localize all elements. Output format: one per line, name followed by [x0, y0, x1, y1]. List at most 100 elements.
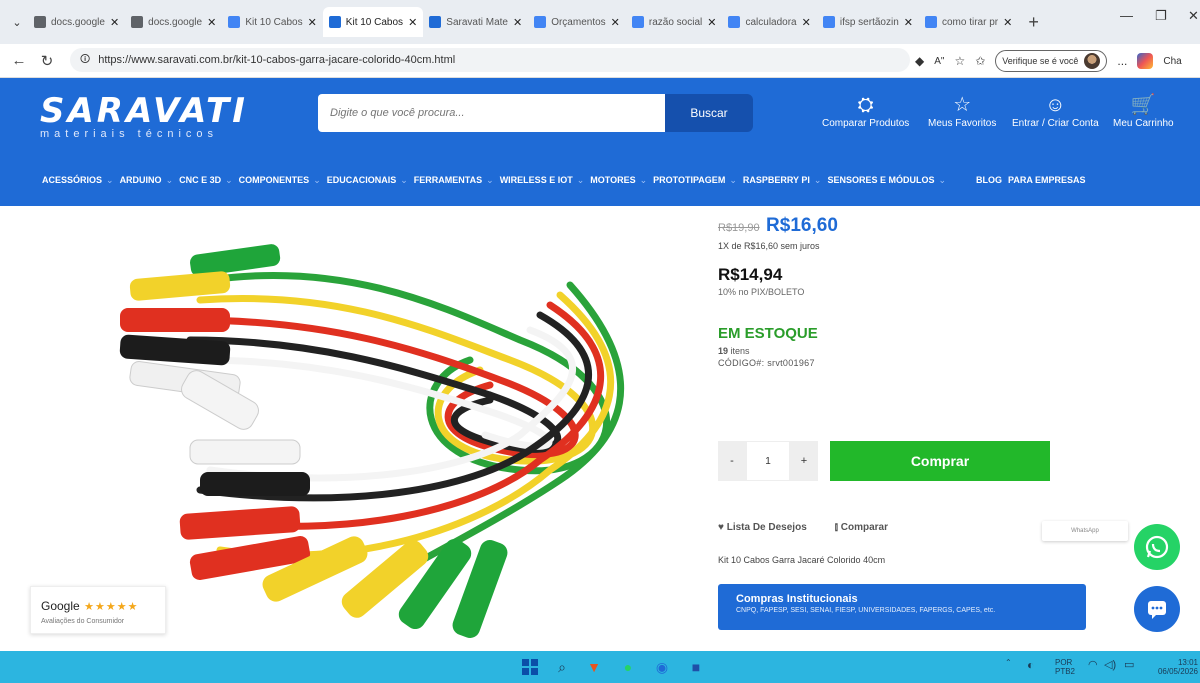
institutional-purchases-banner[interactable]: Compras Institucionais CNPQ, FAPESP, SES…	[718, 584, 1086, 630]
minimize-icon[interactable]: —	[1120, 8, 1133, 23]
battery-icon[interactable]: ▭	[1124, 658, 1134, 671]
category-nav-item[interactable]: WIRELESS E IOT ⌄	[500, 175, 591, 186]
category-nav: ACESSÓRIOS ⌄ ARDUINO ⌄ CNC E 3D ⌄ COMPONENTES ⌄…	[0, 170, 1200, 190]
close-tab-icon[interactable]: ✕	[308, 16, 317, 29]
old-price: R$19,90	[718, 222, 760, 234]
close-tab-icon[interactable]: ✕	[611, 16, 620, 29]
search-input[interactable]	[318, 94, 666, 132]
tab-title: docs.google	[51, 16, 105, 28]
language-indicator[interactable]: POR PTB2	[1055, 658, 1075, 676]
category-nav-item[interactable]: PROTOTIPAGEM ⌄	[653, 175, 743, 186]
category-nav-item[interactable]: BLOG	[976, 175, 1008, 185]
close-tab-icon[interactable]: ✕	[207, 16, 216, 29]
chevron-down-icon: ⌄	[313, 174, 321, 185]
app-icon[interactable]: ■	[686, 657, 706, 677]
compare-link[interactable]: ⫾ Comparar	[835, 522, 888, 533]
clock[interactable]: 13:01 06/05/2026	[1150, 658, 1198, 676]
wifi-icon[interactable]: ◠	[1088, 658, 1098, 671]
qty-increase-button[interactable]: +	[790, 441, 818, 481]
profile-verify-button[interactable]: Verifique se é você	[995, 50, 1108, 72]
close-tab-icon[interactable]: ✕	[802, 16, 811, 29]
volume-icon[interactable]: ◁)	[1104, 658, 1116, 671]
category-nav-item[interactable]: COMPONENTES ⌄	[239, 175, 327, 186]
wishlist-link[interactable]: ♥ Lista De Desejos	[718, 522, 807, 533]
cart-label: Meu Carrinho	[1113, 118, 1174, 129]
close-tab-icon[interactable]: ✕	[1003, 16, 1012, 29]
favorites-link[interactable]: ☆ Meus Favoritos	[928, 94, 996, 129]
google-badge-subtitle: Avaliações do Consumidor	[41, 618, 125, 625]
start-icon[interactable]	[520, 657, 540, 677]
category-nav-item[interactable]: RASPBERRY PI ⌄	[743, 175, 828, 186]
browser-tab[interactable]: ifsp sertãozin ✕	[817, 7, 919, 37]
tab-title: Orçamentos	[551, 16, 606, 28]
close-tab-icon[interactable]: ✕	[513, 16, 522, 29]
category-nav-item[interactable]: ARDUINO ⌄	[120, 175, 180, 186]
maximize-icon[interactable]: ❐	[1155, 8, 1167, 24]
close-tab-icon[interactable]: ✕	[110, 16, 119, 29]
reload-icon[interactable]: ↻	[38, 52, 56, 70]
category-nav-item[interactable]: SENSORES E MÓDULOS ⌄	[827, 175, 952, 186]
browser-tab[interactable]: docs.google ✕	[125, 7, 222, 37]
back-icon[interactable]: ←	[10, 52, 28, 69]
new-tab-button[interactable]: +	[1018, 12, 1049, 33]
category-label: EDUCACIONAIS	[326, 174, 397, 185]
favorite-star-icon[interactable]: ☆	[954, 54, 965, 68]
favorites-bar-icon[interactable]: ✩	[975, 54, 985, 68]
language-sub-label: PTB2	[1055, 667, 1076, 676]
tab-title: ifsp sertãozin	[839, 16, 899, 28]
extension-icon[interactable]: ◆	[915, 54, 924, 68]
more-menu-button[interactable]: ...	[1117, 54, 1127, 68]
chevron-down-icon: ⌄	[813, 174, 822, 185]
browser-tab[interactable]: Kit 10 Cabos ✕	[222, 7, 322, 37]
category-nav-item[interactable]: EDUCACIONAIS ⌄	[327, 175, 414, 186]
copilot-label: Cha	[1163, 55, 1182, 67]
qty-input[interactable]	[746, 441, 790, 481]
close-tab-icon[interactable]: ✕	[408, 16, 417, 29]
site-info-icon[interactable]: 🛈	[80, 52, 90, 69]
whatsapp-taskbar-icon[interactable]: ●	[618, 657, 638, 677]
user-icon: ☺	[1045, 94, 1066, 116]
search-button[interactable]: Buscar	[665, 94, 753, 132]
read-aloud-icon[interactable]: A"	[934, 56, 944, 67]
sku-row: CÓDIGO#: srvt001967	[718, 358, 1158, 368]
browser-tab[interactable]: Orçamentos ✕	[528, 7, 626, 37]
whatsapp-button[interactable]	[1134, 524, 1180, 570]
browser-tab[interactable]: Kit 10 Cabos ✕	[322, 7, 424, 37]
brave-icon[interactable]: ▼	[584, 657, 604, 677]
browser-tab[interactable]: razão social ✕	[626, 7, 723, 37]
edge-icon[interactable]: ◉	[652, 657, 672, 677]
url-field[interactable]: 🛈 https://www.saravati.com.br/kit-10-cab…	[70, 48, 910, 72]
wishlist-compare-row: ♥ Lista De Desejos ⫾ Comparar	[718, 522, 888, 533]
category-nav-item[interactable]: CNC E 3D ⌄	[179, 175, 239, 186]
weather-icon[interactable]: ◐	[1027, 658, 1034, 672]
category-nav-item[interactable]: FERRAMENTAS ⌄	[414, 175, 500, 186]
qty-decrease-button[interactable]: -	[718, 441, 746, 481]
tab-favicon-icon	[34, 16, 46, 28]
tray-chevron-icon[interactable]: ⌃	[1005, 658, 1012, 667]
close-tab-icon[interactable]: ✕	[707, 16, 716, 29]
chat-button[interactable]	[1134, 586, 1180, 632]
close-window-icon[interactable]: ✕	[1188, 8, 1199, 24]
close-tab-icon[interactable]: ✕	[904, 16, 913, 29]
google-reviews-badge[interactable]: Google ★★★★★ Avaliações do Consumidor	[30, 586, 166, 634]
category-label: PROTOTIPAGEM	[653, 174, 726, 185]
category-label: MOTORES	[590, 174, 636, 185]
browser-tab[interactable]: calculadora ✕	[722, 7, 816, 37]
cart-link[interactable]: 🛒 Meu Carrinho	[1113, 94, 1174, 129]
buy-button[interactable]: Comprar	[830, 441, 1050, 481]
stock-count: 19	[718, 346, 729, 356]
tab-title: docs.google	[148, 16, 203, 28]
category-nav-item[interactable]: MOTORES ⌄	[590, 175, 653, 186]
browser-tab[interactable]: Saravati Mate ✕	[423, 7, 528, 37]
tab-list-chevron-icon[interactable]: ⌄	[6, 11, 28, 33]
category-nav-item[interactable]: PARA EMPRESAS	[1008, 175, 1092, 185]
browser-tab[interactable]: como tirar pr ✕	[919, 7, 1018, 37]
search-icon[interactable]: ⌕	[552, 657, 572, 677]
site-logo[interactable]: SARAVATI materiais técnicos	[40, 94, 248, 140]
category-nav-item[interactable]: ACESSÓRIOS ⌄	[42, 175, 120, 186]
browser-tab[interactable]: docs.google ✕	[28, 7, 125, 37]
login-link[interactable]: ☺ Entrar / Criar Conta	[1012, 94, 1099, 129]
compare-products-link[interactable]: ⛭ Comparar Produtos	[822, 94, 909, 129]
tab-title: Kit 10 Cabos	[245, 16, 303, 28]
copilot-icon[interactable]	[1137, 53, 1154, 69]
